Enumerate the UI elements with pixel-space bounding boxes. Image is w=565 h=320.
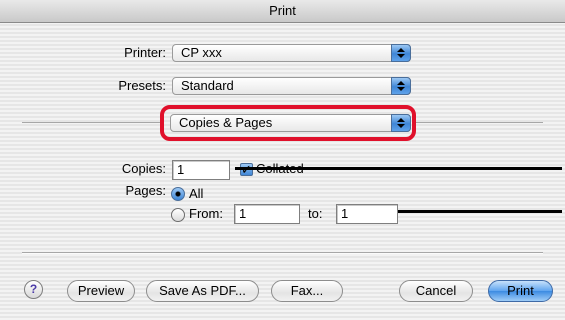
- callout-line-collated: [235, 167, 562, 170]
- printer-label: Printer:: [124, 45, 166, 60]
- presets-label: Presets:: [118, 78, 166, 93]
- fax-button[interactable]: Fax...: [271, 280, 343, 302]
- presets-popup[interactable]: Standard: [172, 77, 411, 95]
- pages-label: Pages:: [125, 183, 166, 198]
- pages-to-label: to:: [308, 206, 323, 221]
- highlight-circle: [160, 105, 416, 141]
- popup-arrows-icon: [391, 44, 411, 62]
- popup-arrows-icon: [391, 77, 411, 95]
- divider-left: [22, 122, 162, 123]
- pages-all-label: All: [189, 186, 204, 201]
- pages-from-label: From:: [189, 206, 223, 221]
- pages-from-radio[interactable]: [171, 208, 185, 222]
- window-title: Print: [0, 0, 565, 23]
- copies-label: Copies:: [121, 161, 166, 176]
- printer-popup[interactable]: CP xxx: [172, 44, 411, 62]
- presets-value: Standard: [181, 78, 234, 93]
- pages-to-field[interactable]: 1: [336, 204, 398, 224]
- help-button[interactable]: ?: [24, 280, 43, 299]
- preview-button[interactable]: Preview: [67, 280, 135, 302]
- callout-line-pages: [398, 210, 562, 213]
- pages-all-radio[interactable]: [171, 187, 185, 201]
- print-button[interactable]: Print: [488, 280, 553, 302]
- printer-value: CP xxx: [181, 45, 222, 60]
- pages-from-field[interactable]: 1: [234, 204, 300, 224]
- cancel-button[interactable]: Cancel: [399, 280, 473, 302]
- save-as-pdf-button[interactable]: Save As PDF...: [146, 280, 259, 302]
- copies-field[interactable]: 1: [172, 160, 230, 180]
- divider-right: [416, 122, 543, 123]
